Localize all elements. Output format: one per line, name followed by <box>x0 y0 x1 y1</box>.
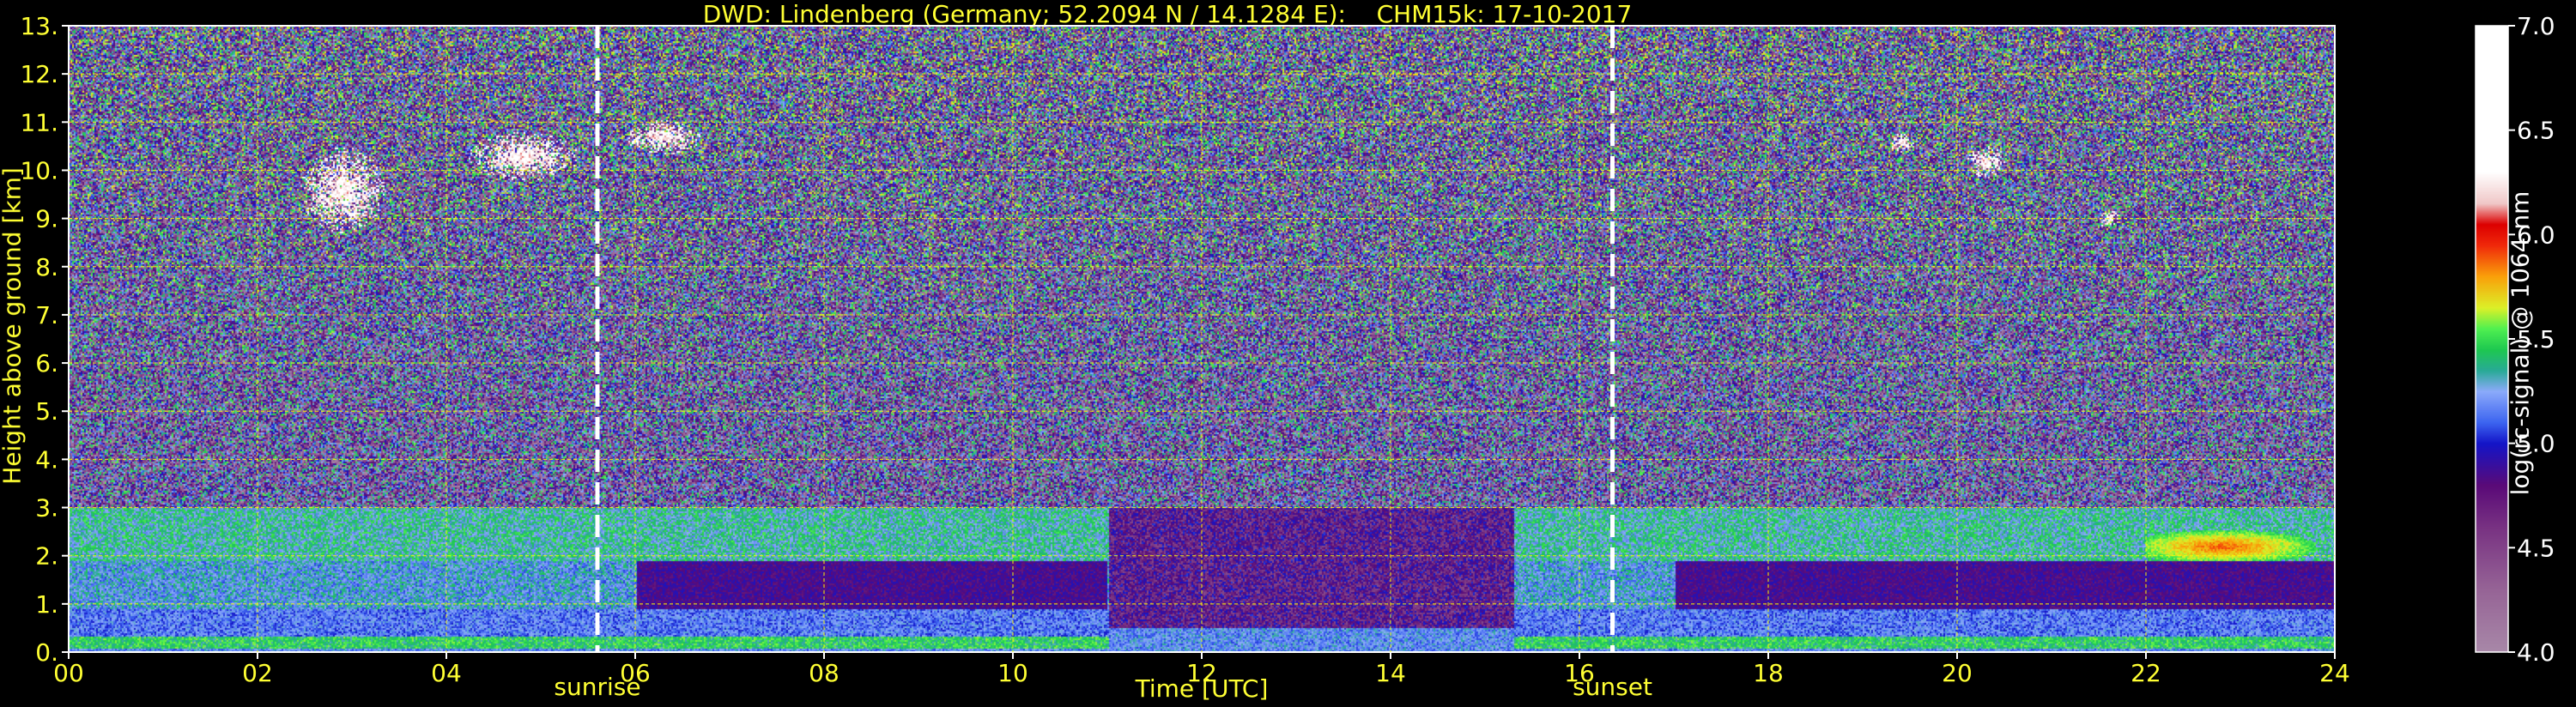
x-tick-label: 12 <box>1186 659 1217 687</box>
sunset-label: sunset <box>1573 673 1652 701</box>
x-tick-label: 20 <box>1942 659 1973 687</box>
y-tick-label: 6. <box>35 349 58 378</box>
colorbar-tick-label: 4.5 <box>2517 534 2555 562</box>
colorbar-tick-label: 5.0 <box>2517 430 2555 458</box>
x-tick-label: 24 <box>2319 659 2350 687</box>
y-tick-label: 11. <box>20 108 58 136</box>
x-tick-label: 14 <box>1375 659 1406 687</box>
colorbar-tick-label: 7.0 <box>2517 12 2555 40</box>
sunrise-label: sunrise <box>554 673 640 701</box>
x-tick-label: 18 <box>1753 659 1784 687</box>
colorbar-tick-label: 4.0 <box>2517 638 2555 667</box>
y-tick-label: 4. <box>35 445 58 474</box>
y-tick-label: 2. <box>35 542 58 571</box>
colorbar-frame <box>2475 25 2509 653</box>
y-tick-label: 12. <box>20 60 58 88</box>
x-tick-label: 08 <box>809 659 839 687</box>
x-tick-label: 10 <box>997 659 1028 687</box>
y-tick-label: 7. <box>35 301 58 329</box>
x-tick-label: 02 <box>242 659 273 687</box>
x-tick-label: 22 <box>2131 659 2161 687</box>
x-tick-label: 04 <box>431 659 462 687</box>
y-tick-label: 0. <box>35 638 58 667</box>
y-tick-label: 10. <box>20 156 58 184</box>
y-tick-label: 1. <box>35 590 58 619</box>
y-tick-label: 13. <box>20 12 58 40</box>
y-tick-label: 3. <box>35 494 58 523</box>
y-tick-label: 8. <box>35 253 58 281</box>
y-tick-label: 5. <box>35 397 58 426</box>
y-tick-label: 9. <box>35 205 58 233</box>
colorbar-tick-label: 5.5 <box>2517 325 2555 354</box>
chart-figure: DWD: Lindenberg (Germany; 52.2094 N / 14… <box>0 0 2576 707</box>
axes-overlay: 00 02 04 06 08 10 12 14 16 18 20 22 240.1.2.3.4.5.6.… <box>20 12 2555 701</box>
colorbar-tick-label: 6.5 <box>2517 117 2555 145</box>
colorbar-tick-label: 6.0 <box>2517 221 2555 249</box>
